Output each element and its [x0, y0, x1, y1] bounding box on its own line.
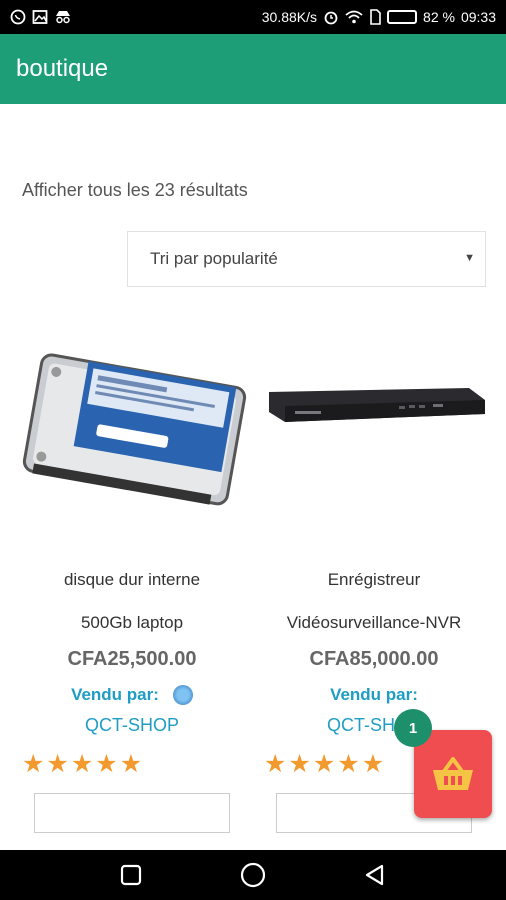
star-icon: ★ [264, 750, 287, 778]
product-name[interactable]: Enrégistreur Vidéosurveillance-NVR [254, 558, 494, 644]
incognito-icon [56, 11, 70, 24]
product-name-line1: disque dur interne [63, 570, 201, 589]
star-rating: ★ ★ ★ ★ ★ [12, 752, 252, 777]
sim-icon [370, 9, 381, 25]
network-speed: 30.88K/s [261, 9, 318, 25]
home-button[interactable] [233, 855, 273, 895]
battery-percent: 82 % [423, 9, 455, 25]
square-icon [120, 864, 142, 886]
sort-selected-label: Tri par popularité [150, 249, 278, 268]
star-icon: ★ [288, 750, 311, 778]
triangle-back-icon [365, 864, 384, 886]
star-icon: ★ [361, 750, 385, 778]
status-right: 30.88K/s 82 % 09:33 [262, 9, 496, 25]
product-name-line2: 500Gb laptop [80, 613, 184, 632]
battery-icon [387, 10, 418, 24]
star-icon: ★ [46, 750, 69, 778]
add-to-cart-button[interactable] [34, 793, 230, 833]
star-icon: ★ [312, 750, 336, 778]
status-bar: 30.88K/s 82 % 09:33 [0, 0, 506, 34]
vendor-link[interactable]: QCT-SHOP [12, 715, 252, 736]
alarm-icon [324, 11, 338, 25]
whatsapp-icon [10, 9, 26, 25]
sort-select[interactable]: Tri par popularité ▼ [127, 231, 486, 287]
star-icon: ★ [119, 750, 143, 778]
clock: 09:33 [460, 9, 496, 25]
cart-button[interactable] [414, 730, 492, 818]
star-icon: ★ [70, 750, 94, 778]
product-name-line1: Enrégistreur [327, 570, 421, 589]
status-left [10, 9, 72, 25]
product-price: CFA25,500.00 [67, 648, 197, 670]
vendor-label-row: Vendu par: [12, 685, 252, 705]
product-card[interactable]: disque dur interne 500Gb laptop CFA25,50… [12, 334, 252, 833]
recent-apps-button[interactable] [111, 855, 151, 895]
vendor-label: Vendu par: [71, 685, 159, 704]
product-name-line2: Vidéosurveillance-NVR [286, 613, 462, 632]
vendor-label-row: Vendu par: [254, 685, 494, 705]
hard-drive-image[interactable] [17, 334, 247, 530]
wifi-icon [345, 10, 363, 24]
product-name[interactable]: disque dur interne 500Gb laptop [12, 558, 252, 644]
circle-icon [240, 862, 266, 888]
caret-down-icon: ▼ [464, 252, 475, 264]
product-price: CFA85,000.00 [309, 648, 439, 670]
result-count: Afficher tous les 23 résultats [22, 180, 248, 200]
vendor-logo-icon [172, 685, 193, 705]
vendor-label: Vendu par: [330, 685, 418, 704]
app-bar: boutique [0, 34, 506, 104]
star-icon: ★ [22, 750, 45, 778]
basket-icon [433, 757, 473, 790]
cart-count-badge: 1 [394, 709, 432, 747]
star-icon: ★ [337, 750, 360, 778]
star-icon: ★ [95, 750, 118, 778]
image-icon [32, 10, 48, 24]
app-title: boutique [16, 55, 109, 82]
nvr-recorder-image[interactable] [259, 334, 489, 530]
navigation-bar [0, 850, 506, 900]
back-button[interactable] [355, 855, 395, 895]
